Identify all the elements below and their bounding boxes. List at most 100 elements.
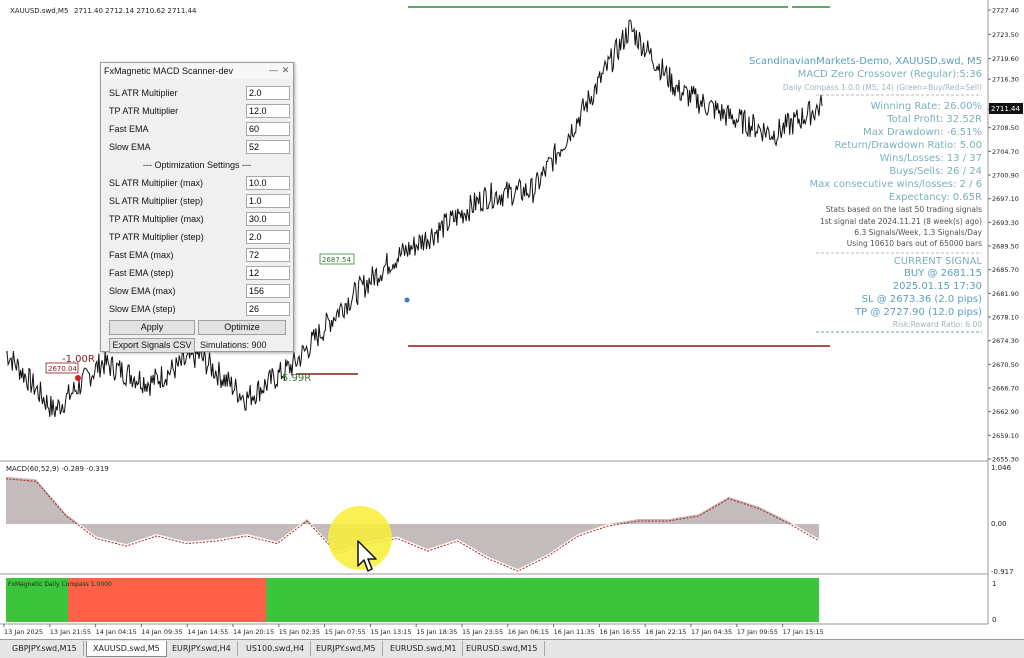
tab-eurusd-m15[interactable]: EURUSD.swd,M15 [460,641,545,656]
time-tick-label: 15 Jan 13:15 [370,628,411,636]
stats-buys-sells: Buys/Sells: 26 / 24 [889,166,982,177]
macd-axis-zero: 0.00 [991,520,1007,528]
stats-max-consecutive: Max consecutive wins/losses: 2 / 6 [809,179,982,190]
opt-row: SL ATR Multiplier (max) [101,174,293,192]
symbol-header: XAUUSD.swd,M5 [10,7,68,15]
time-tick-label: 15 Jan 18:35 [416,628,457,636]
mouse-pointer-icon [357,540,377,572]
stats-account: ScandinavianMarkets-Demo, XAUUSD.swd, M5 [749,56,982,67]
current-signal-header: CURRENT SIGNAL [893,256,982,267]
stats-first-signal: 1st signal date 2024.11.21 (8 week(s) ag… [820,217,982,226]
price-tick-label: 2659.10 [992,432,1019,440]
fast-ema-input[interactable] [246,122,290,136]
macd-axis-min: -0.917 [991,568,1014,576]
stats-max-drawdown: Max Drawdown: -6.51% [863,127,982,138]
simulations-count: Simulations: 900 [200,340,267,350]
current-signal-tp: TP @ 2727.90 (12.0 pips) [855,307,982,318]
time-tick-label: 16 Jan 22:15 [645,628,686,636]
compass-axis-0: 0 [992,616,996,624]
sl-atr-multiplier-input[interactable] [246,86,290,100]
optimization-header: --- Optimization Settings --- [142,160,252,170]
stats-bars-used: Using 10610 bars out of 65000 bars [846,239,982,248]
opt-row: SL ATR Multiplier (step) [101,192,293,210]
param-row: SL ATR Multiplier [101,84,293,102]
time-tick-label: 17 Jan 04:35 [691,628,732,636]
param-row: Slow EMA [101,138,293,156]
price-tick-label: 2681.90 [992,290,1019,298]
time-tick-label: 14 Jan 09:35 [141,628,182,636]
opt-row: Slow EMA (step) [101,300,293,318]
minimize-icon[interactable]: — [268,65,279,76]
price-tick-label: 2685.70 [992,266,1019,274]
current-signal: BUY @ 2681.15 [904,268,982,279]
gain-label: 5.99R [282,373,311,384]
time-tick-label: 13 Jan 2025 [4,628,43,636]
stats-compass: Daily Compass 1.0.0 (M5, 14) (Green=Buy/… [782,83,982,92]
macd-axis-max: 1.046 [991,464,1012,472]
stats-signals-rate: 6.3 Signals/Week, 1.3 Signals/Day [854,228,982,237]
compass-axis-1: 1 [992,580,996,588]
param-row: Fast EMA [101,120,293,138]
price-tick-label: 2700.90 [992,172,1019,180]
price-tick-label: 2704.70 [992,148,1019,156]
tab-gbpjpy-m15[interactable]: GBPJPY.swd,M15 [6,641,84,656]
optimize-button[interactable]: Optimize [198,320,286,335]
price-tick-label: 2670.50 [992,361,1019,369]
macd-header: MACD(60,52,9) -0.289 -0.319 [6,465,109,473]
time-tick-label: 16 Jan 06:15 [508,628,549,636]
price-tick-label: 2727.40 [992,7,1019,15]
slow-ema-step-input[interactable] [246,302,290,316]
price-tick-label: 2674.30 [992,337,1019,345]
time-tick-label: 14 Jan 14:55 [187,628,228,636]
price-tick-label: 2723.50 [992,31,1019,39]
entry-marker-2 [404,297,410,303]
entry-label-1: 2670.04 [48,365,77,373]
tab-us100-h4[interactable]: US100.swd,H4 [240,641,312,656]
close-icon[interactable]: ✕ [280,65,291,76]
time-tick-label: 15 Jan 23:55 [462,628,503,636]
time-tick-label: 16 Jan 16:55 [599,628,640,636]
apply-button[interactable]: Apply [109,320,195,335]
stats-based-on: Stats based on the last 50 trading signa… [825,205,982,214]
stats-strategy: MACD Zero Crossover (Regular):5:36 [797,69,982,80]
stats-expectancy: Expectancy: 0.65R [888,192,982,203]
scanner-dialog[interactable]: FxMagnetic MACD Scanner-dev — ✕ SL ATR M… [100,62,294,353]
slow-ema-input[interactable] [246,140,290,154]
tab-eurjpy-m5[interactable]: EURJPY.swd,M5 [310,641,383,656]
tp-atr-max-input[interactable] [246,212,290,226]
dialog-title: FxMagnetic MACD Scanner-dev [104,66,234,76]
opt-row: Fast EMA (max) [101,246,293,264]
tp-atr-multiplier-input[interactable] [246,104,290,118]
tab-eurusd-m1[interactable]: EURUSD.swd,M1 [384,641,464,656]
time-tick-label: 15 Jan 02:35 [279,628,320,636]
time-tick-label: 13 Jan 21:55 [50,628,91,636]
tab-eurjpy-h4[interactable]: EURJPY.swd,H4 [166,641,238,656]
stats-return-dd: Return/Drawdown Ratio: 5.00 [834,140,982,151]
fast-ema-max-input[interactable] [246,248,290,262]
entry-marker-1 [75,375,81,381]
opt-row: TP ATR Multiplier (max) [101,210,293,228]
slow-ema-max-input[interactable] [246,284,290,298]
opt-row: TP ATR Multiplier (step) [101,228,293,246]
sl-atr-step-input[interactable] [246,194,290,208]
price-tick-label: 2666.70 [992,385,1019,393]
price-tick-label: 2708.50 [992,124,1019,132]
tp-atr-step-input[interactable] [246,230,290,244]
dialog-titlebar[interactable]: FxMagnetic MACD Scanner-dev — ✕ [101,63,293,79]
compass-bar-green-2 [266,578,819,622]
ohlc-readout: 2711.40 2712.14 2710.62 2711.44 [74,7,197,15]
time-tick-label: 14 Jan 20:15 [233,628,274,636]
price-tick-label: 2662.90 [992,408,1019,416]
fast-ema-step-input[interactable] [246,266,290,280]
sl-atr-max-input[interactable] [246,176,290,190]
time-tick-label: 17 Jan 09:55 [737,628,778,636]
export-signals-button[interactable]: Export Signals CSV [109,338,195,353]
stats-total-profit: Total Profit: 32.52R [887,114,982,125]
price-tick-label: 2697.10 [992,195,1019,203]
price-tick-label: 2719.60 [992,55,1019,63]
time-tick-label: 16 Jan 11:35 [554,628,595,636]
opt-row: Fast EMA (step) [101,264,293,282]
current-signal-rr: Risk:Reward Ratio: 6.00 [892,320,982,329]
tab-xauusd-m5[interactable]: XAUUSD.swd,M5 [86,641,167,657]
price-tick-label: 2678.10 [992,314,1019,322]
